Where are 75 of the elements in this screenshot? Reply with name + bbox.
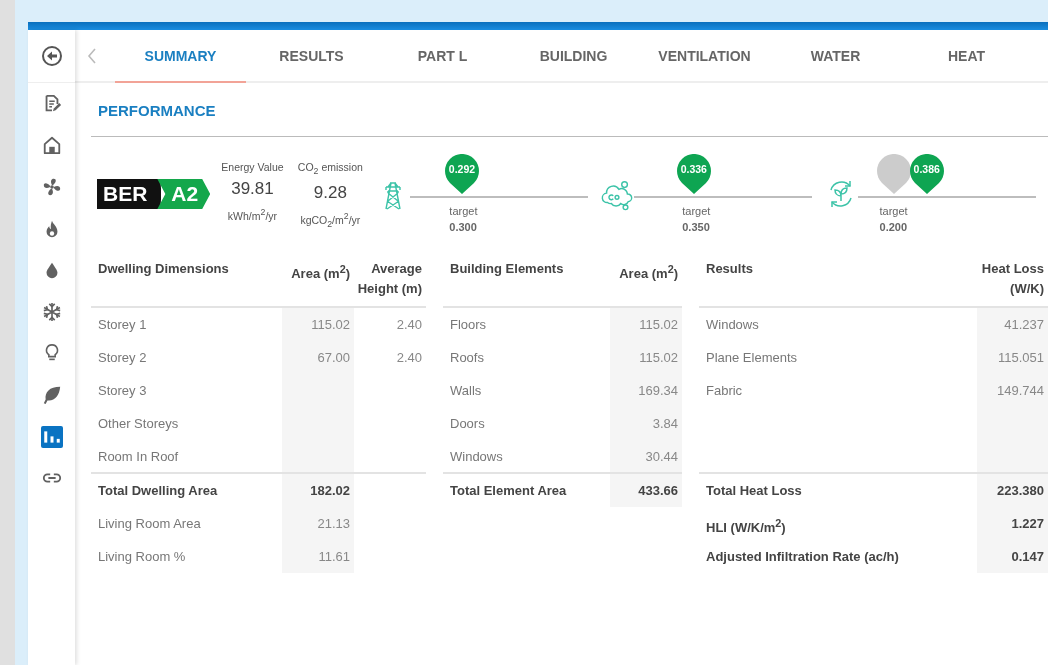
table-cell-text: Other Storeys bbox=[97, 415, 180, 433]
table-cell-text: Total Heat Loss bbox=[705, 482, 803, 500]
metric-value: 39.81 bbox=[231, 178, 274, 200]
tab[interactable]: HEAT bbox=[901, 30, 1032, 83]
sidebar-item[interactable] bbox=[40, 425, 63, 448]
fan-icon bbox=[41, 177, 62, 197]
section-title: PERFORMANCE bbox=[98, 101, 216, 119]
table-cell-text: Walls bbox=[449, 382, 483, 400]
table-cell: 433.66 bbox=[610, 474, 682, 507]
house-icon bbox=[41, 135, 62, 156]
pylon-icon bbox=[382, 179, 404, 211]
table-cell: 115.02 bbox=[610, 308, 682, 341]
tab[interactable]: VENTILATION bbox=[639, 30, 770, 83]
table-cell: 30.44 bbox=[610, 440, 682, 474]
table-cell-text: Windows bbox=[705, 316, 760, 334]
table-cell-text: Storey 3 bbox=[97, 382, 148, 400]
table-cell-text: Roofs bbox=[449, 349, 485, 367]
table-cell: 21.13 bbox=[282, 507, 354, 540]
table-cell: 169.34 bbox=[610, 374, 682, 407]
table-cell: 149.744 bbox=[977, 374, 1048, 407]
value-pin: 0.386 bbox=[909, 154, 944, 194]
table-cell-text: Adjusted Infiltration Rate (ac/h) bbox=[705, 548, 900, 566]
target-value: 0.300 bbox=[449, 220, 477, 235]
tab[interactable]: BUILDING bbox=[508, 30, 639, 83]
table-cell-text: Floors bbox=[449, 316, 488, 334]
table-cell-text: HLI (W/K/m$^{2}$) bbox=[705, 516, 787, 538]
table-cell-text: Living Room % bbox=[97, 548, 187, 566]
table-cell-text: Storey 1 bbox=[97, 316, 148, 334]
target-value: 0.200 bbox=[879, 220, 908, 235]
metric-value: 9.28 bbox=[313, 182, 347, 205]
table-cell: 67.00 bbox=[282, 341, 354, 374]
table-cell-text: Total Element Area bbox=[449, 482, 568, 500]
target-caption: target bbox=[682, 204, 711, 219]
cloud-icon bbox=[600, 179, 634, 211]
target-pin bbox=[876, 154, 911, 194]
metric-unit: kgCO$_{2}$/m$^{2}$/yr bbox=[300, 210, 361, 231]
table-cell-text: Storey 2 bbox=[97, 349, 148, 367]
table-cell: 3.84 bbox=[610, 407, 682, 440]
column-header: Dwelling Dimensions bbox=[91, 251, 282, 308]
metric-label: Energy Value bbox=[221, 160, 284, 175]
metric-label: CO$_{2}$ emission bbox=[297, 160, 363, 179]
tab[interactable]: RESULTS bbox=[246, 30, 377, 83]
table-cell: 115.02 bbox=[282, 308, 354, 341]
back-icon[interactable] bbox=[40, 45, 63, 67]
target-caption: target bbox=[449, 204, 478, 219]
table-cell-text: Living Room Area bbox=[97, 515, 202, 533]
rating-badge: A2 bbox=[157, 179, 211, 209]
metric-unit: kWh/m$^{2}$/yr bbox=[227, 206, 278, 224]
value-pin: 0.336 bbox=[676, 154, 711, 194]
table-cell: 115.02 bbox=[610, 341, 682, 374]
leaf-icon bbox=[41, 384, 62, 405]
tab[interactable]: WATER bbox=[770, 30, 901, 83]
table-cell-text: 2.40 bbox=[395, 349, 423, 367]
table-cell: 0.147 bbox=[977, 540, 1048, 573]
snowflake-icon bbox=[41, 301, 62, 322]
target-caption: target bbox=[879, 204, 908, 219]
column-header: Average Height (m) bbox=[354, 251, 426, 308]
table-cell: 223.380 bbox=[977, 474, 1048, 507]
table-cell: 1.227 bbox=[977, 507, 1048, 540]
table-cell-text: Plane Elements bbox=[705, 349, 799, 367]
table-cell-text: 2.40 bbox=[395, 316, 423, 334]
table-cell: 41.237 bbox=[977, 308, 1048, 341]
tab[interactable]: SUMMARY bbox=[115, 30, 246, 83]
table-cell-text: Total Dwelling Area bbox=[97, 482, 219, 500]
column-header: Building Elements bbox=[443, 251, 610, 308]
table-cell-text: Doors bbox=[449, 415, 486, 433]
target-value: 0.350 bbox=[682, 220, 710, 235]
tab[interactable]: PART L bbox=[377, 30, 508, 83]
column-header: Results bbox=[699, 251, 977, 308]
table-cell: 182.02 bbox=[282, 474, 354, 507]
table-cell-text: Fabric bbox=[705, 382, 744, 400]
value-pin: 0.292 bbox=[444, 154, 479, 194]
table-cell: 11.61 bbox=[282, 540, 354, 573]
table-cell: 115.051 bbox=[977, 341, 1048, 374]
ber-label: BER bbox=[97, 179, 162, 209]
